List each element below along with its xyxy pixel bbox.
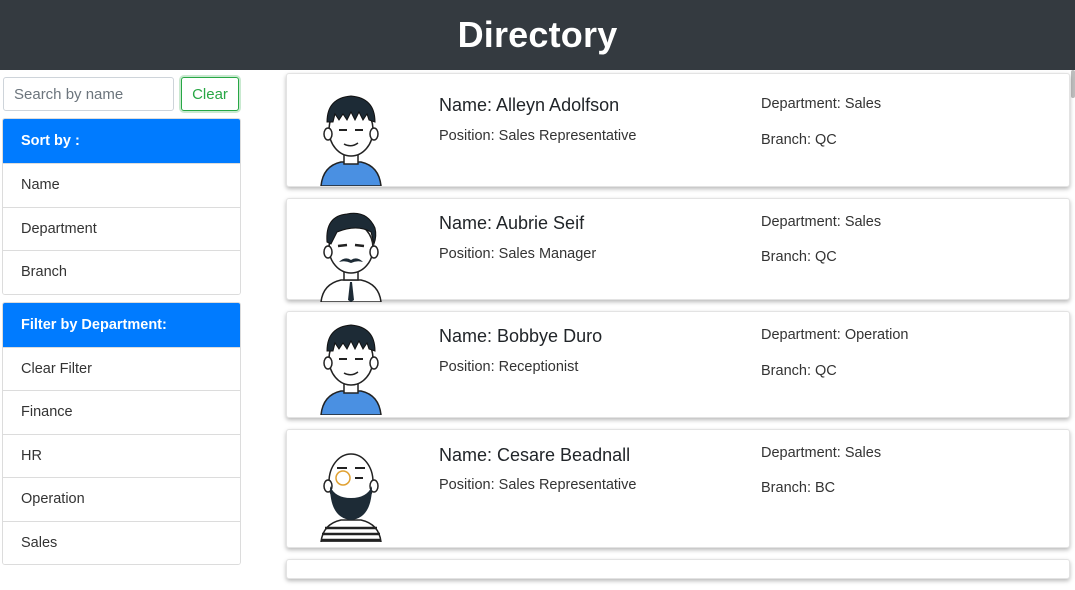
filter-sales[interactable]: Sales <box>3 520 240 564</box>
avatar-bangs-icon <box>320 95 382 186</box>
avatar-bearded-icon <box>320 453 382 542</box>
filter-hr[interactable]: HR <box>3 433 240 477</box>
page-title: Directory <box>457 14 618 55</box>
sort-by-branch[interactable]: Branch <box>3 250 240 294</box>
employee-department: Department: Sales <box>761 214 882 230</box>
employee-card-partial <box>286 559 1070 579</box>
employee-name: Name: Aubrie Seif <box>439 213 585 233</box>
employee-card: Name: Bobbye Duro Position: Receptionist… <box>286 311 1070 418</box>
employee-list: Name: Alleyn Adolfson Position: Sales Re… <box>286 73 1070 590</box>
avatar-bangs-icon <box>320 324 382 415</box>
avatar-mustache-icon <box>320 212 382 302</box>
filter-clear[interactable]: Clear Filter <box>3 346 240 390</box>
search-bar: Clear <box>2 77 239 111</box>
sort-by-name[interactable]: Name <box>3 163 240 207</box>
filter-operation[interactable]: Operation <box>3 477 240 521</box>
employee-position: Position: Sales Representative <box>439 128 637 144</box>
employee-position: Position: Receptionist <box>439 359 579 375</box>
filter-panel-header: Filter by Department: <box>3 302 240 347</box>
employee-card: Name: Alleyn Adolfson Position: Sales Re… <box>286 73 1070 187</box>
clear-search-button[interactable]: Clear <box>181 77 239 111</box>
scrollbar-thumb[interactable] <box>1071 70 1075 98</box>
sidebar: Clear Sort by : Name Department Branch F… <box>2 77 241 565</box>
filter-panel: Filter by Department: Clear Filter Finan… <box>2 301 241 565</box>
employee-branch: Branch: QC <box>761 249 837 265</box>
sort-by-department[interactable]: Department <box>3 206 240 250</box>
sort-panel-header: Sort by : <box>3 119 240 163</box>
employee-department: Department: Sales <box>761 96 882 112</box>
search-input[interactable] <box>3 77 174 111</box>
employee-branch: Branch: QC <box>761 132 837 148</box>
employee-branch: Branch: BC <box>761 480 836 496</box>
filter-finance[interactable]: Finance <box>3 390 240 434</box>
employee-card: Name: Aubrie Seif Position: Sales Manage… <box>286 198 1070 302</box>
employee-name: Name: Bobbye Duro <box>439 326 603 346</box>
employee-department: Department: Sales <box>761 445 882 461</box>
sort-panel: Sort by : Name Department Branch <box>2 118 241 295</box>
employee-department: Department: Operation <box>761 327 909 343</box>
app-header: Directory <box>0 0 1075 70</box>
employee-position: Position: Sales Representative <box>439 477 637 493</box>
employee-name: Name: Cesare Beadnall <box>439 445 631 465</box>
employee-name: Name: Alleyn Adolfson <box>439 95 620 115</box>
employee-card: Name: Cesare Beadnall Position: Sales Re… <box>286 429 1070 548</box>
employee-branch: Branch: QC <box>761 363 837 379</box>
employee-position: Position: Sales Manager <box>439 246 597 262</box>
